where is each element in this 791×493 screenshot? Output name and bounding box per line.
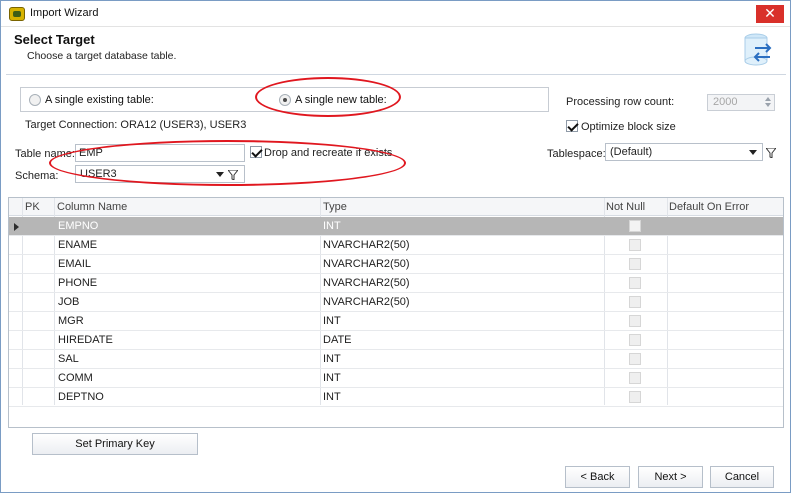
- next-button[interactable]: Next >: [638, 466, 703, 488]
- table-row[interactable]: COMM INT: [9, 369, 783, 388]
- type-cell[interactable]: INT: [323, 391, 341, 403]
- table-row[interactable]: SAL INT: [9, 350, 783, 369]
- processing-row-count-stepper[interactable]: 2000: [707, 94, 775, 111]
- page-title: Select Target: [14, 32, 95, 47]
- type-cell[interactable]: INT: [323, 353, 341, 365]
- type-cell[interactable]: INT: [323, 315, 341, 327]
- radio-label: A single existing table:: [45, 94, 154, 106]
- type-cell[interactable]: NVARCHAR2(50): [323, 277, 410, 289]
- not-null-checkbox[interactable]: [629, 334, 641, 346]
- cancel-button[interactable]: Cancel: [710, 466, 774, 488]
- column-header-not-null[interactable]: Not Null: [606, 201, 645, 213]
- target-connection-label: Target Connection: ORA12 (USER3), USER3: [25, 119, 247, 131]
- app-icon: [9, 7, 25, 21]
- filter-icon[interactable]: [228, 170, 238, 180]
- radio-indicator: [279, 94, 291, 106]
- not-null-checkbox[interactable]: [629, 353, 641, 365]
- not-null-checkbox[interactable]: [629, 296, 641, 308]
- column-name-cell[interactable]: MGR: [58, 315, 84, 327]
- drop-and-recreate-checkbox[interactable]: [250, 146, 262, 158]
- close-button[interactable]: ✕: [756, 5, 784, 23]
- table-row[interactable]: HIREDATE DATE: [9, 331, 783, 350]
- schema-value: USER3: [80, 168, 117, 180]
- radio-single-new-table[interactable]: A single new table:: [279, 94, 387, 106]
- stepper-arrows-icon[interactable]: [764, 97, 772, 109]
- column-name-cell[interactable]: EMPNO: [58, 220, 98, 232]
- tablespace-select[interactable]: (Default): [605, 143, 763, 161]
- chevron-down-icon[interactable]: [749, 150, 757, 155]
- title-bar: Import Wizard ✕: [1, 1, 790, 27]
- table-row[interactable]: ENAME NVARCHAR2(50): [9, 236, 783, 255]
- type-cell[interactable]: INT: [323, 372, 341, 384]
- not-null-checkbox[interactable]: [629, 391, 641, 403]
- database-sync-icon: [744, 33, 772, 66]
- table-row[interactable]: DEPTNO INT: [9, 388, 783, 407]
- type-cell[interactable]: NVARCHAR2(50): [323, 296, 410, 308]
- radio-label: A single new table:: [295, 94, 387, 106]
- page-subtitle: Choose a target database table.: [27, 50, 177, 62]
- filter-icon[interactable]: [766, 148, 776, 158]
- table-row[interactable]: MGR INT: [9, 312, 783, 331]
- column-name-cell[interactable]: EMAIL: [58, 258, 91, 270]
- optimize-block-size-checkbox[interactable]: [566, 120, 578, 132]
- not-null-checkbox[interactable]: [629, 258, 641, 270]
- header-separator: [6, 74, 786, 75]
- table-name-label: Table name:: [15, 148, 75, 160]
- not-null-checkbox[interactable]: [629, 372, 641, 384]
- not-null-checkbox[interactable]: [629, 315, 641, 327]
- type-cell[interactable]: NVARCHAR2(50): [323, 258, 410, 270]
- column-header-pk[interactable]: PK: [25, 201, 40, 213]
- processing-row-count-value: 2000: [713, 96, 738, 108]
- type-cell[interactable]: NVARCHAR2(50): [323, 239, 410, 251]
- back-button[interactable]: < Back: [565, 466, 630, 488]
- column-name-cell[interactable]: DEPTNO: [58, 391, 104, 403]
- optimize-block-size-label: Optimize block size: [581, 121, 676, 133]
- type-cell[interactable]: INT: [323, 220, 341, 232]
- chevron-down-icon[interactable]: [216, 172, 224, 177]
- column-name-cell[interactable]: ENAME: [58, 239, 97, 251]
- target-type-group: A single existing table: A single new ta…: [20, 87, 549, 112]
- schema-label: Schema:: [15, 170, 59, 182]
- not-null-checkbox[interactable]: [629, 239, 641, 251]
- column-name-cell[interactable]: SAL: [58, 353, 79, 365]
- tablespace-label: Tablespace:: [547, 148, 606, 160]
- table-row[interactable]: PHONE NVARCHAR2(50): [9, 274, 783, 293]
- current-row-indicator-icon: [14, 223, 19, 231]
- drop-and-recreate-label: Drop and recreate if exists: [264, 147, 393, 159]
- column-name-cell[interactable]: JOB: [58, 296, 79, 308]
- window-title: Import Wizard: [30, 7, 99, 19]
- column-header-default-on-error[interactable]: Default On Error: [669, 201, 749, 213]
- table-row[interactable]: EMAIL NVARCHAR2(50): [9, 255, 783, 274]
- not-null-checkbox[interactable]: [629, 277, 641, 289]
- table-row[interactable]: EMPNO INT: [9, 217, 783, 236]
- column-name-cell[interactable]: PHONE: [58, 277, 97, 289]
- type-cell[interactable]: DATE: [323, 334, 352, 346]
- table-row[interactable]: JOB NVARCHAR2(50): [9, 293, 783, 312]
- not-null-checkbox[interactable]: [629, 220, 641, 232]
- column-name-cell[interactable]: COMM: [58, 372, 93, 384]
- tablespace-value: (Default): [610, 146, 653, 158]
- radio-indicator: [29, 94, 41, 106]
- processing-row-count-label: Processing row count:: [566, 96, 675, 108]
- table-name-input[interactable]: EMP: [75, 144, 245, 162]
- radio-single-existing-table[interactable]: A single existing table:: [29, 94, 154, 106]
- column-header-type[interactable]: Type: [323, 201, 347, 213]
- set-primary-key-button[interactable]: Set Primary Key: [32, 433, 198, 455]
- import-wizard-window: Import Wizard ✕ Select Target Choose a t…: [0, 0, 791, 493]
- column-name-cell[interactable]: HIREDATE: [58, 334, 113, 346]
- columns-grid[interactable]: PK Column Name Type Not Null Default On …: [8, 197, 784, 428]
- column-header-column-name[interactable]: Column Name: [57, 201, 127, 213]
